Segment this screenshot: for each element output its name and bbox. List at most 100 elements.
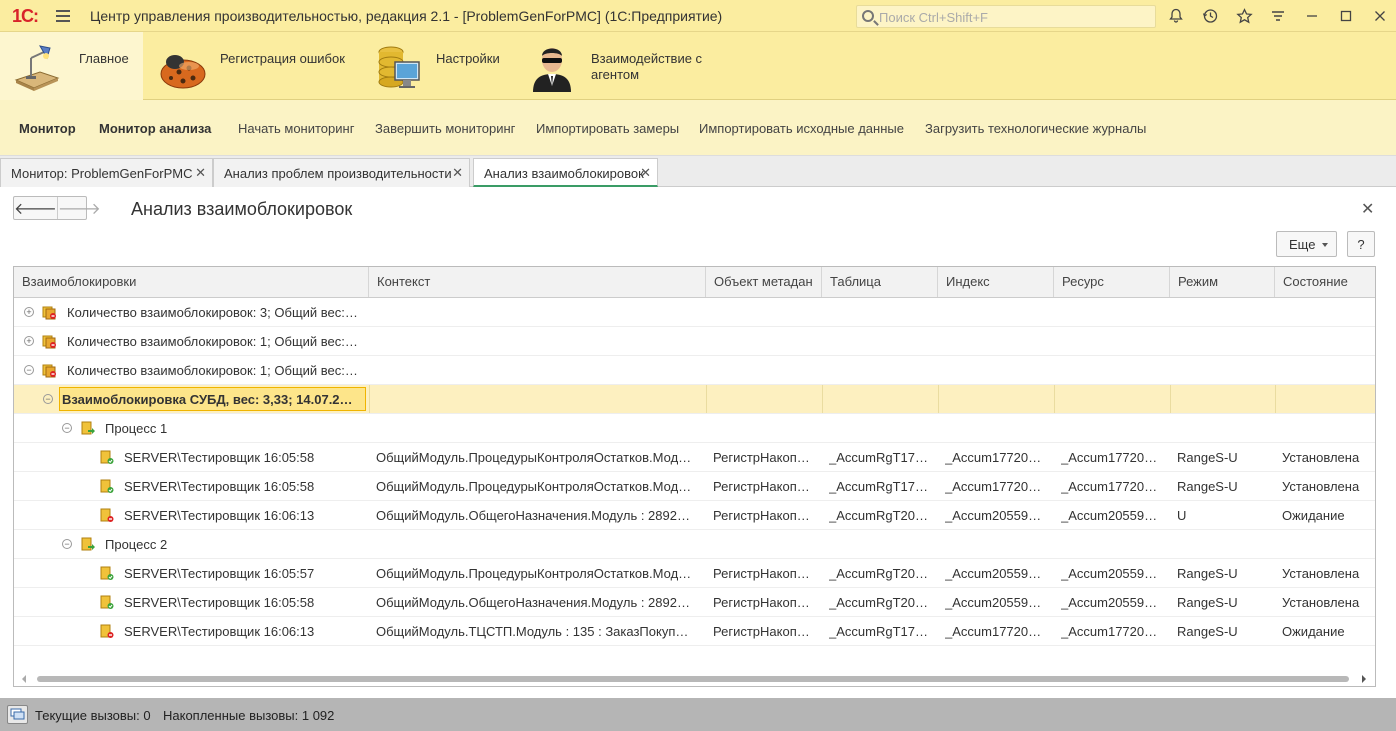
lock-granted-icon <box>100 566 114 580</box>
row-name-cell: SERVER\Тестировщик 16:05:58 <box>124 595 315 610</box>
close-window-icon[interactable] <box>1370 6 1390 26</box>
row-cell-7: Установлена <box>1282 566 1360 581</box>
desk-lamp-icon <box>14 45 60 91</box>
func-start-monitoring[interactable]: Начать мониторинг <box>238 121 354 136</box>
row-name-cell: Количество взаимоблокировок: 1; Общий ве… <box>67 334 358 349</box>
row-name-cell: Процесс 1 <box>105 421 168 436</box>
table-row[interactable]: SERVER\Тестировщик 16:05:58 ОбщийМодуль.П… <box>14 443 1375 472</box>
row-name-cell: Взаимоблокировка СУБД, вес: 3,33; 14.07.… <box>62 392 353 407</box>
column-header-deadlocks[interactable]: Взаимоблокировки <box>14 267 369 297</box>
table-row[interactable]: + Количество взаимоблокировок: 1; Общий в… <box>14 327 1375 356</box>
table-row[interactable]: − Взаимоблокировка СУБД, вес: 3,33; 14.07… <box>14 385 1375 414</box>
current-calls-counter: Текущие вызовы: 0 <box>35 708 151 723</box>
row-cell-1: ОбщийМодуль.ПроцедурыКонтроляОстатков.Мо… <box>376 566 692 581</box>
process-icon <box>81 537 95 551</box>
row-cell-3: _AccumRgT17… <box>829 450 928 465</box>
table-row[interactable]: SERVER\Тестировщик 16:05:58 ОбщийМодуль.П… <box>14 472 1375 501</box>
back-arrow-icon[interactable]: 🡐 <box>14 197 57 219</box>
table-row[interactable]: SERVER\Тестировщик 16:05:58 ОбщийМодуль.О… <box>14 588 1375 617</box>
section-agent-interaction[interactable]: Взаимодействие с агентом <box>513 32 733 100</box>
table-row[interactable]: − Процесс 1 <box>14 414 1375 443</box>
history-icon[interactable] <box>1200 6 1220 26</box>
column-header-mode[interactable]: Режим <box>1170 267 1275 297</box>
close-tab-icon[interactable]: ✕ <box>640 165 651 181</box>
form-title: Анализ взаимоблокировок <box>131 199 353 219</box>
app-logo: 1С: <box>12 6 39 26</box>
column-header-resource[interactable]: Ресурс <box>1054 267 1170 297</box>
row-cell-2: РегистрНакоп… <box>713 479 810 494</box>
row-cell-7: Ожидание <box>1282 508 1345 523</box>
row-cell-1: ОбщийМодуль.ТЦСТП.Модуль : 135 : ЗаказПо… <box>376 624 689 639</box>
scrollbar-thumb[interactable] <box>37 676 1349 682</box>
column-header-context[interactable]: Контекст <box>369 267 706 297</box>
column-header-metadata-object[interactable]: Объект метадан <box>706 267 822 297</box>
notifications-bell-icon[interactable] <box>1166 6 1186 26</box>
expand-icon[interactable]: + <box>24 336 34 346</box>
help-button[interactable]: ? <box>1347 231 1375 257</box>
minimize-icon[interactable] <box>1302 6 1322 26</box>
row-cell-3: _AccumRgT20… <box>829 508 928 523</box>
row-name-cell: SERVER\Тестировщик 16:05:57 <box>124 566 315 581</box>
row-name-cell: SERVER\Тестировщик 16:06:13 <box>124 508 315 523</box>
title-bar: 1С: Центр управления производительностью… <box>0 0 1396 32</box>
collapse-icon[interactable]: − <box>24 365 34 375</box>
function-panel: Монитор Монитор анализа Начать мониторин… <box>0 100 1396 156</box>
search-placeholder: Поиск Ctrl+Shift+F <box>879 10 988 25</box>
settings-filter-icon[interactable] <box>1268 6 1288 26</box>
more-button[interactable]: Еще <box>1276 231 1337 257</box>
section-main[interactable]: Главное <box>0 32 143 100</box>
maximize-icon[interactable] <box>1336 6 1356 26</box>
func-analysis-monitor[interactable]: Монитор анализа <box>99 121 211 136</box>
collapse-icon[interactable]: − <box>62 423 72 433</box>
table-row[interactable]: SERVER\Тестировщик 16:06:13 ОбщийМодуль.Т… <box>14 617 1375 646</box>
forward-arrow-icon[interactable]: 🡒 <box>56 197 101 219</box>
expand-icon[interactable]: + <box>24 307 34 317</box>
func-import-measurements[interactable]: Импортировать замеры <box>536 121 679 136</box>
favorites-star-icon[interactable] <box>1234 6 1254 26</box>
close-tab-icon[interactable]: ✕ <box>195 165 206 181</box>
row-name-cell: Количество взаимоблокировок: 1; Общий ве… <box>67 363 358 378</box>
row-cell-4: _Accum17720… <box>945 624 1042 639</box>
section-settings[interactable]: Настройки <box>363 32 513 100</box>
func-monitor[interactable]: Монитор <box>19 121 76 136</box>
table-row[interactable]: SERVER\Тестировщик 16:06:13 ОбщийМодуль.О… <box>14 501 1375 530</box>
horizontal-scrollbar[interactable] <box>14 672 1375 686</box>
collapse-icon[interactable]: − <box>43 394 53 404</box>
accumulated-calls-counter: Накопленные вызовы: 1 092 <box>163 708 335 723</box>
tab-monitor-label: Монитор: ProblemGenForPMC <box>11 166 193 181</box>
row-cell-2: РегистрНакоп… <box>713 595 810 610</box>
server-calls-icon[interactable] <box>7 705 28 724</box>
scroll-right-arrow-icon[interactable] <box>1362 675 1366 683</box>
func-load-tech-logs[interactable]: Загрузить технологические журналы <box>925 121 1146 136</box>
column-header-index[interactable]: Индекс <box>938 267 1054 297</box>
lock-granted-icon <box>100 479 114 493</box>
close-tab-icon[interactable]: ✕ <box>452 165 463 181</box>
column-header-table[interactable]: Таблица <box>822 267 938 297</box>
row-cell-7: Установлена <box>1282 479 1360 494</box>
deadlocks-table[interactable]: Взаимоблокировки Контекст Объект метадан… <box>13 266 1376 687</box>
column-divider <box>706 385 707 413</box>
column-header-state[interactable]: Состояние <box>1275 267 1375 297</box>
row-cell-6: RangeS-U <box>1177 450 1238 465</box>
global-search-input[interactable]: Поиск Ctrl+Shift+F <box>856 5 1156 28</box>
table-row[interactable]: SERVER\Тестировщик 16:05:57 ОбщийМодуль.П… <box>14 559 1375 588</box>
table-row[interactable]: − Количество взаимоблокировок: 1; Общий в… <box>14 356 1375 385</box>
section-error-registration-label: Регистрация ошибок <box>220 51 345 66</box>
row-cell-5: _Accum20559… <box>1061 566 1158 581</box>
tab-monitor[interactable]: Монитор: ProblemGenForPMC ✕ <box>0 158 213 187</box>
row-cell-7: Установлена <box>1282 595 1360 610</box>
lock-waiting-icon <box>100 624 114 638</box>
scroll-left-arrow-icon[interactable] <box>22 675 26 683</box>
func-stop-monitoring[interactable]: Завершить мониторинг <box>375 121 515 136</box>
tab-deadlock-analysis[interactable]: Анализ взаимоблокировок ✕ <box>473 158 658 187</box>
table-row[interactable]: + Количество взаимоблокировок: 3; Общий в… <box>14 298 1375 327</box>
tab-performance-analysis[interactable]: Анализ проблем производительности ✕ <box>213 158 470 187</box>
section-error-registration[interactable]: Регистрация ошибок <box>143 32 363 100</box>
row-cell-2: РегистрНакоп… <box>713 450 810 465</box>
main-menu-icon[interactable] <box>56 10 70 22</box>
func-import-source-data[interactable]: Импортировать исходные данные <box>699 121 904 136</box>
row-cell-4: _Accum20559… <box>945 508 1042 523</box>
table-row[interactable]: − Процесс 2 <box>14 530 1375 559</box>
close-form-icon[interactable]: ✕ <box>1361 199 1374 219</box>
collapse-icon[interactable]: − <box>62 539 72 549</box>
